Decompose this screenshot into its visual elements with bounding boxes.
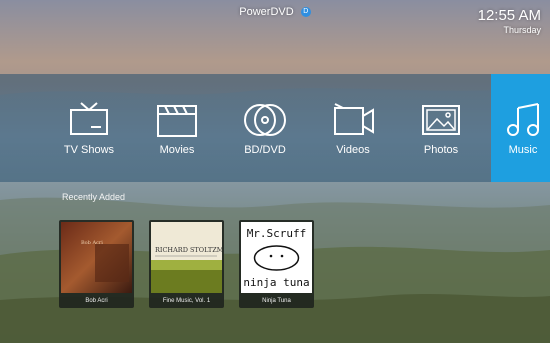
menu-item-videos[interactable]: Videos xyxy=(309,74,397,182)
menu-item-movies[interactable]: Movies xyxy=(133,74,221,182)
cover-text-bottom: ninja tuna xyxy=(243,276,309,289)
tv-icon xyxy=(70,102,108,135)
album-tile-ninja-tuna[interactable]: Mr.Scruff ninja tuna Ninja Tuna xyxy=(239,220,314,308)
menu-item-tv-shows[interactable]: TV Shows xyxy=(45,74,133,182)
album-caption: Ninja Tuna xyxy=(262,298,291,304)
menu-item-label: BD/DVD xyxy=(244,144,286,156)
clock-day: Thursday xyxy=(503,25,541,35)
recently-added-heading: Recently Added xyxy=(62,192,126,202)
music-note-icon xyxy=(507,103,539,136)
clock-time: 12:55 AM xyxy=(477,7,541,24)
menu-item-label: Music xyxy=(508,144,538,156)
photo-icon xyxy=(422,105,460,135)
menu-item-music[interactable]: Music xyxy=(491,74,550,182)
notification-badge[interactable]: D xyxy=(300,7,311,18)
album-cover-fine-music: RICHARD STOLTZMAN xyxy=(151,222,222,293)
disc-icon xyxy=(244,104,286,136)
album-caption: Bob Acri xyxy=(85,298,108,304)
video-camera-icon xyxy=(334,103,374,135)
cover-text: RICHARD STOLTZMAN xyxy=(155,246,222,254)
cover-text: Bob Acri xyxy=(81,240,103,246)
menu-item-label: TV Shows xyxy=(63,144,115,156)
clock: 12:55 AM Thursday xyxy=(478,8,541,36)
menu-item-photos[interactable]: Photos xyxy=(397,74,485,182)
menu-item-bd-dvd[interactable]: BD/DVD xyxy=(221,74,309,182)
title-bar: PowerDVD D xyxy=(0,6,550,22)
main-menu: TV Shows Movies BD/DVD Videos Photos Mus… xyxy=(0,74,550,182)
clapperboard-icon xyxy=(157,105,197,137)
menu-item-label: Videos xyxy=(336,144,370,156)
app-title: PowerDVD xyxy=(239,6,294,19)
album-caption: Fine Music, Vol. 1 xyxy=(162,298,211,304)
menu-item-label: Photos xyxy=(423,144,459,156)
album-tile-bob-acri[interactable]: Bob Acri Bob Acri xyxy=(59,220,134,308)
recently-added-list: Bob Acri Bob Acri RICHARD STOLTZMAN Fine… xyxy=(59,220,329,308)
menu-item-label: Movies xyxy=(159,144,195,156)
cover-text-top: Mr.Scruff xyxy=(247,227,307,240)
album-tile-fine-music[interactable]: RICHARD STOLTZMAN Fine Music, Vol. 1 xyxy=(149,220,224,308)
album-cover-ninja-tuna: Mr.Scruff ninja tuna xyxy=(241,222,312,293)
album-cover-bob-acri: Bob Acri xyxy=(61,222,132,293)
